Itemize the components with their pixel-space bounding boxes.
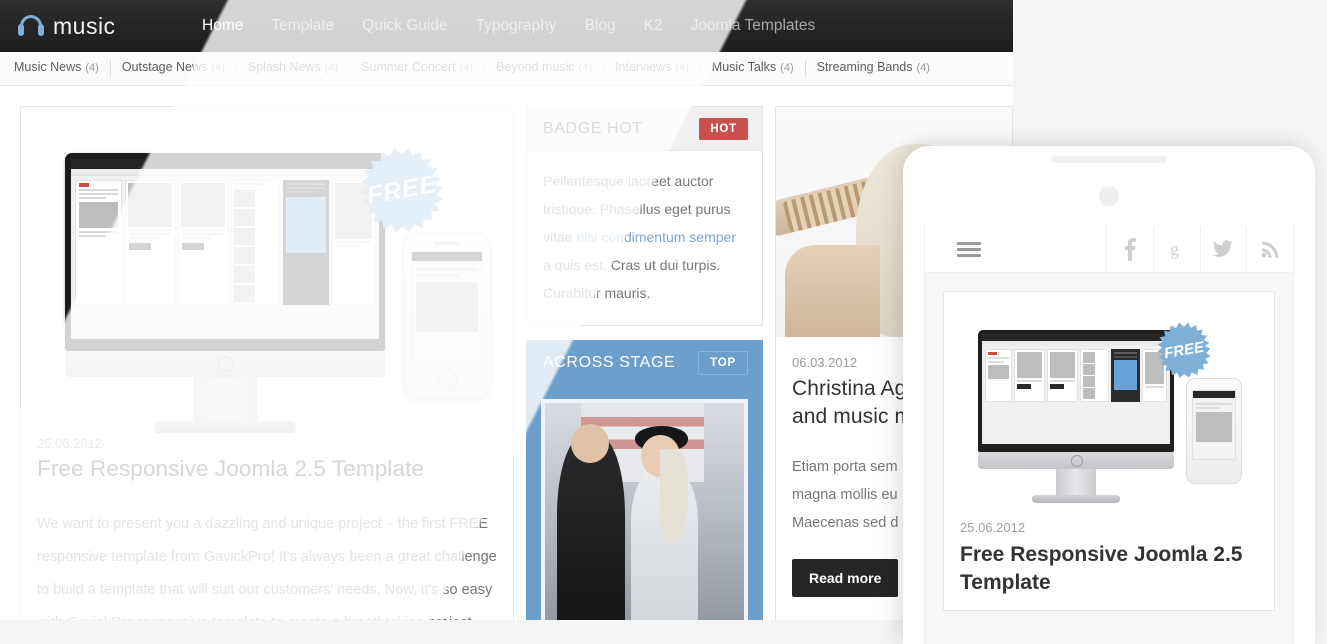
subnav-item-summer-concert[interactable]: Summer Concert (4) <box>350 60 486 77</box>
modules-column: BADGE HOT HOT Pellentesque laoreet aucto… <box>526 106 763 620</box>
subnav-item-music-talks[interactable]: Music Talks (4) <box>701 60 806 77</box>
subnav-label: Outstage News <box>121 60 208 74</box>
subnav-count: (4) <box>916 62 930 74</box>
site-page: music Home Template Quick Guide Typograp… <box>0 0 1013 620</box>
menu-item-home[interactable]: Home <box>188 0 257 52</box>
concert-photo <box>541 399 748 620</box>
subnav-label: Splash News <box>247 60 321 74</box>
tablet-screen: g FREE 25.06.2012 Free Responsive Joomla… <box>924 226 1294 644</box>
module-paragraph: Pellentesque laoreet auctor tristique. P… <box>543 167 746 307</box>
tablet-article-card: FREE 25.06.2012 Free Responsive Joomla 2… <box>943 291 1275 611</box>
tablet-camera <box>1099 186 1119 206</box>
tablet-navbar: g <box>925 226 1293 273</box>
module-header: BADGE HOT HOT <box>527 107 762 151</box>
subnav-item-beyond-music[interactable]: Beyond music (4) <box>485 60 605 77</box>
main-navbar: music Home Template Quick Guide Typograp… <box>0 0 1013 52</box>
subnav-count: (4) <box>578 62 593 74</box>
headphones-icon <box>18 15 44 37</box>
svg-text:g: g <box>1170 239 1179 259</box>
status-badge-top: TOP <box>698 350 748 375</box>
tablet-article-date: 25.06.2012 <box>960 520 1026 535</box>
menu-item-k2[interactable]: K2 <box>630 0 677 52</box>
menu-item-blog[interactable]: Blog <box>571 0 630 52</box>
hamburger-menu-icon[interactable] <box>925 226 1107 272</box>
menu-item-quick-guide[interactable]: Quick Guide <box>348 0 461 52</box>
subnav-label: Music News <box>14 60 82 74</box>
module-title: BADGE HOT <box>543 119 643 137</box>
logo-text: music <box>53 12 116 39</box>
module-title: ACROSS STAGE <box>543 353 676 371</box>
subnav-label: Beyond music <box>496 60 575 74</box>
subnav-item-music-news[interactable]: Music News (4) <box>0 60 111 77</box>
module-body: Pellentesque laoreet auctor tristique. P… <box>527 151 762 325</box>
article-body: We want to present you a dazzling and un… <box>37 516 497 620</box>
module-across-stage: ACROSS STAGE TOP <box>526 340 763 620</box>
menu-item-template[interactable]: Template <box>257 0 348 52</box>
subnav-item-streaming-bands[interactable]: Streaming Bands (4) <box>806 60 941 77</box>
article-title[interactable]: Free Responsive Joomla 2.5 Template <box>37 456 497 482</box>
subnav-item-outstage-news[interactable]: Outstage News (4) <box>111 60 237 77</box>
twitter-icon[interactable] <box>1201 226 1248 272</box>
module-badge-hot: BADGE HOT HOT Pellentesque laoreet aucto… <box>526 106 763 326</box>
tablet-mockup: g FREE 25.06.2012 Free Responsive Joomla… <box>903 146 1315 644</box>
main-menu: Home Template Quick Guide Typography Blo… <box>188 0 829 52</box>
category-navbar: Music News (4) Outstage News (4) Splash … <box>0 52 1013 86</box>
subnav-label: Interviews <box>615 60 672 74</box>
inline-link[interactable]: nisi condimentum semper <box>576 229 736 245</box>
rss-icon[interactable] <box>1247 226 1293 272</box>
tablet-speaker <box>1051 156 1167 163</box>
module-header: ACROSS STAGE TOP <box>527 341 762 385</box>
subnav-count: (4) <box>459 62 474 74</box>
subnav-count: (4) <box>211 62 225 74</box>
article-image-devices-mockup: FREE <box>37 125 499 433</box>
subnav-label: Summer Concert <box>361 60 456 74</box>
menu-item-joomla-templates[interactable]: Joomla Templates <box>677 0 830 52</box>
subnav-count: (4) <box>780 62 794 74</box>
module-body <box>527 385 762 620</box>
article-date: 25.06.2012 <box>37 436 103 451</box>
featured-article: FREE 25.06.2012 Free Responsive Joomla 2… <box>20 106 514 620</box>
google-plus-icon[interactable]: g <box>1154 226 1201 272</box>
tablet-article-image: FREE <box>960 308 1258 508</box>
facebook-icon[interactable] <box>1107 226 1154 272</box>
tablet-article-title[interactable]: Free Responsive Joomla 2.5 Template <box>960 541 1258 597</box>
subnav-count: (4) <box>85 62 99 74</box>
subnav-label: Streaming Bands <box>816 60 913 74</box>
text-after: a quis est. Cras ut dui turpis. Curabitu… <box>543 257 721 301</box>
subnav-count: (4) <box>324 62 339 74</box>
menu-item-typography[interactable]: Typography <box>462 0 571 52</box>
desktop-monitor-mockup <box>65 153 385 433</box>
content-area: FREE 25.06.2012 Free Responsive Joomla 2… <box>0 86 1013 620</box>
subnav-count: (4) <box>675 62 689 74</box>
tablet-content: FREE 25.06.2012 Free Responsive Joomla 2… <box>925 273 1293 644</box>
site-logo[interactable]: music <box>18 13 146 40</box>
status-badge-hot: HOT <box>699 117 748 140</box>
read-more-button[interactable]: Read more <box>792 559 899 597</box>
phone-mockup <box>403 233 491 399</box>
subnav-item-interviews[interactable]: Interviews (4) <box>604 60 701 77</box>
subnav-item-splash-news[interactable]: Splash News (4) <box>237 60 351 77</box>
subnav-label: Music Talks <box>711 60 777 74</box>
